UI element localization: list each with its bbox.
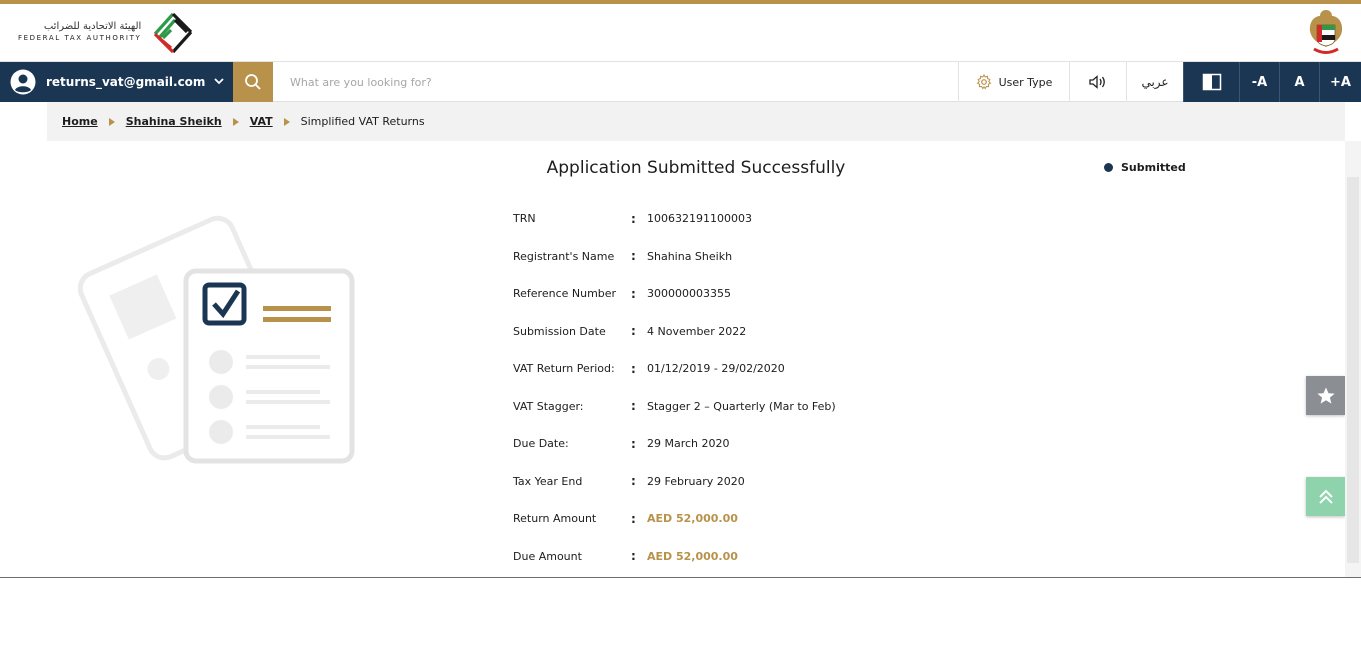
- font-decrease-button[interactable]: -A: [1239, 62, 1279, 102]
- favorite-button[interactable]: [1306, 376, 1345, 415]
- double-chevron-up-icon: [1318, 489, 1333, 504]
- fta-logo-mark-icon: [154, 12, 193, 54]
- detail-row-due-amount: Due Amount : AED 52,000.00: [513, 538, 1113, 576]
- detail-value: 01/12/2019 - 29/02/2020: [647, 362, 785, 376]
- detail-label: Due Amount: [513, 549, 582, 563]
- search-icon: [245, 74, 261, 90]
- language-toggle-arabic[interactable]: عربي: [1126, 62, 1183, 102]
- breadcrumb: Home Shahina Sheikh VAT Simplified VAT R…: [47, 102, 1345, 141]
- detail-value: 29 February 2020: [647, 474, 745, 488]
- fta-logo[interactable]: الهيئة الاتحادية للضرائب FEDERAL TAX AUT…: [18, 7, 197, 57]
- detail-value: 29 March 2020: [647, 437, 730, 451]
- detail-row-submission-date: Submission Date : 4 November 2022: [513, 313, 1113, 351]
- speaker-icon: [1089, 75, 1105, 89]
- detail-value-amount: AED 52,000.00: [647, 512, 738, 526]
- detail-row-vat-stagger: VAT Stagger: : Stagger 2 – Quarterly (Ma…: [513, 388, 1113, 426]
- star-icon: [1316, 387, 1335, 404]
- contrast-toggle-button[interactable]: [1183, 62, 1239, 102]
- detail-label: VAT Return Period:: [513, 362, 615, 376]
- breadcrumb-separator-icon: [108, 117, 115, 126]
- search-button[interactable]: [233, 62, 273, 102]
- detail-value: Stagger 2 – Quarterly (Mar to Feb): [647, 399, 836, 413]
- search-input[interactable]: [278, 66, 948, 98]
- detail-label: Registrant's Name: [513, 249, 615, 263]
- detail-colon: :: [631, 549, 636, 564]
- font-reset-button[interactable]: A: [1279, 62, 1319, 102]
- logo-text: الهيئة الاتحادية للضرائب FEDERAL TAX AUT…: [18, 20, 141, 44]
- detail-row-due-date: Due Date: : 29 March 2020: [513, 425, 1113, 463]
- breadcrumb-user[interactable]: Shahina Sheikh: [126, 115, 222, 128]
- detail-row-tax-year-end: Tax Year End : 29 February 2020: [513, 463, 1113, 501]
- detail-colon: :: [631, 361, 636, 376]
- detail-value: 100632191100003: [647, 212, 752, 226]
- uae-emblem-icon: [1309, 10, 1343, 54]
- detail-label: VAT Stagger:: [513, 399, 584, 413]
- detail-value: 300000003355: [647, 287, 731, 301]
- detail-label: Submission Date: [513, 324, 606, 338]
- vertical-scrollbar[interactable]: [1345, 141, 1361, 577]
- detail-colon: :: [631, 211, 636, 226]
- breadcrumb-separator-icon: [232, 117, 239, 126]
- screen-reader-button[interactable]: [1069, 62, 1126, 102]
- detail-colon: :: [631, 399, 636, 414]
- detail-label: Return Amount: [513, 512, 597, 526]
- detail-colon: :: [631, 249, 636, 264]
- page-title: Application Submitted Successfully: [546, 158, 846, 178]
- detail-row-reference-number: Reference Number : 300000003355: [513, 275, 1113, 313]
- detail-label: Due Date:: [513, 437, 569, 451]
- detail-row-trn: TRN : 100632191100003: [513, 200, 1113, 238]
- detail-label: Tax Year End: [513, 474, 583, 488]
- detail-colon: :: [631, 286, 636, 301]
- detail-label: Reference Number: [513, 287, 617, 301]
- contrast-icon: [1202, 73, 1221, 91]
- logo-english-text: FEDERAL TAX AUTHORITY: [18, 34, 142, 42]
- submission-illustration-icon: [78, 215, 355, 464]
- top-navbar: returns_vat@gmail.com User Type عربي -A: [0, 62, 1361, 102]
- viewport-bottom-border: [0, 577, 1361, 578]
- detail-colon: :: [631, 511, 636, 526]
- site-header: الهيئة الاتحادية للضرائب FEDERAL TAX AUT…: [0, 4, 1361, 62]
- detail-colon: :: [631, 436, 636, 451]
- detail-value: 4 November 2022: [647, 324, 747, 338]
- user-email: returns_vat@gmail.com: [46, 75, 206, 89]
- breadcrumb-home[interactable]: Home: [62, 115, 98, 128]
- detail-value: Shahina Sheikh: [647, 249, 733, 263]
- user-circle-icon: [10, 69, 36, 95]
- scroll-to-top-button[interactable]: [1306, 477, 1345, 516]
- detail-colon: :: [631, 474, 636, 489]
- detail-value-amount: AED 52,000.00: [647, 549, 738, 563]
- detail-row-return-amount: Return Amount : AED 52,000.00: [513, 500, 1113, 538]
- detail-colon: :: [631, 324, 636, 339]
- font-increase-button[interactable]: +A: [1319, 62, 1361, 102]
- breadcrumb-vat[interactable]: VAT: [250, 115, 273, 128]
- detail-label: TRN: [513, 212, 536, 226]
- logo-arabic-text: الهيئة الاتحادية للضرائب: [43, 21, 142, 32]
- status-dot-icon: [1104, 163, 1113, 172]
- scrollbar-thumb[interactable]: [1347, 177, 1359, 563]
- user-type-label: User Type: [998, 75, 1053, 89]
- breadcrumb-separator-icon: [283, 117, 290, 126]
- user-type-button[interactable]: User Type: [958, 62, 1069, 102]
- detail-row-registrant-name: Registrant's Name : Shahina Sheikh: [513, 238, 1113, 276]
- submission-details: TRN : 100632191100003 Registrant's Name …: [513, 200, 1113, 575]
- status-badge: Submitted: [1104, 161, 1186, 174]
- gear-icon: [976, 74, 991, 90]
- breadcrumb-current: Simplified VAT Returns: [300, 115, 425, 128]
- status-label: Submitted: [1121, 161, 1186, 174]
- user-menu[interactable]: returns_vat@gmail.com: [0, 62, 233, 102]
- chevron-down-icon[interactable]: [213, 75, 225, 87]
- detail-row-vat-return-period: VAT Return Period: : 01/12/2019 - 29/02/…: [513, 350, 1113, 388]
